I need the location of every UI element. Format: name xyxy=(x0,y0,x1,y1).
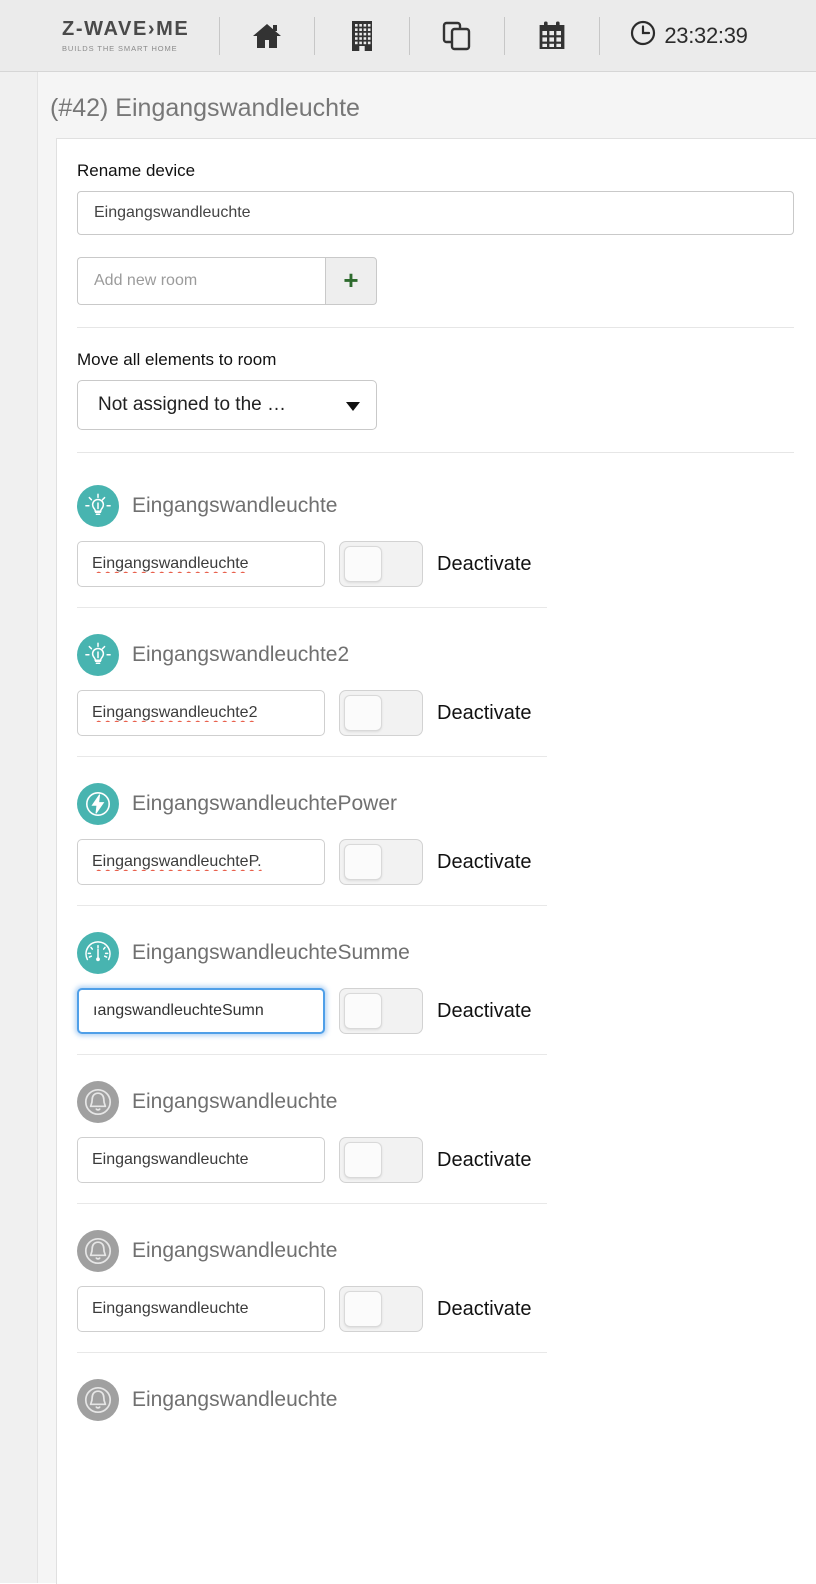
toggle-knob xyxy=(344,1142,382,1178)
element-row: Eingangswandleuchte xyxy=(77,1353,794,1421)
move-room-select[interactable]: Not assigned to the … xyxy=(77,380,377,430)
bell-icon xyxy=(77,1081,119,1123)
element-name-input[interactable] xyxy=(77,1137,325,1183)
element-toggle-switch[interactable] xyxy=(339,1137,423,1183)
deactivate-label[interactable]: Deactivate xyxy=(437,1000,532,1023)
element-name-input[interactable] xyxy=(77,541,325,587)
element-title: EingangswandleuchtePower xyxy=(132,792,397,816)
deactivate-label[interactable]: Deactivate xyxy=(437,1298,532,1321)
element-row: EingangswandleuchtePower Deactivate xyxy=(77,757,794,906)
home-icon[interactable] xyxy=(250,19,284,53)
left-gutter xyxy=(0,72,38,1583)
divider xyxy=(77,452,794,453)
element-row: Eingangswandleuchte Deactivate xyxy=(77,1055,794,1204)
brand-name: Z-WAVE›ME xyxy=(62,19,189,39)
clock-display: 23:32:39 xyxy=(630,20,747,51)
move-elements-label: Move all elements to room xyxy=(77,350,794,370)
lightning-bolt-icon xyxy=(77,783,119,825)
toolbar-divider xyxy=(314,17,315,55)
element-controls: Deactivate xyxy=(77,1286,794,1332)
calendar-icon[interactable] xyxy=(535,19,569,53)
toggle-knob xyxy=(344,1291,382,1327)
add-room-button[interactable]: + xyxy=(325,257,377,305)
element-row: Eingangswandleuchte Deactivate xyxy=(77,459,794,608)
rename-device-label: Rename device xyxy=(77,161,794,181)
element-toggle-switch[interactable] xyxy=(339,839,423,885)
add-room-input[interactable] xyxy=(77,257,325,305)
add-room-row: + xyxy=(77,257,377,305)
element-title: Eingangswandleuchte xyxy=(132,1388,338,1412)
element-name-input[interactable] xyxy=(77,988,325,1034)
toggle-knob xyxy=(344,993,382,1029)
gauge-icon xyxy=(77,932,119,974)
element-title: Eingangswandleuchte xyxy=(132,1090,338,1114)
element-header: Eingangswandleuchte xyxy=(77,485,794,527)
element-title: EingangswandleuchteSumme xyxy=(132,941,410,965)
element-controls: Deactivate xyxy=(77,839,794,885)
element-title: Eingangswandleuchte2 xyxy=(132,643,349,667)
element-controls: Deactivate xyxy=(77,541,794,587)
divider xyxy=(77,327,794,328)
element-toggle-switch[interactable] xyxy=(339,541,423,587)
deactivate-label[interactable]: Deactivate xyxy=(437,1149,532,1172)
toolbar-divider xyxy=(409,17,410,55)
element-header: Eingangswandleuchte xyxy=(77,1379,794,1421)
element-header: EingangswandleuchteSumme xyxy=(77,932,794,974)
toggle-knob xyxy=(344,695,382,731)
element-header: EingangswandleuchtePower xyxy=(77,783,794,825)
device-settings-card: Rename device + Move all elements to roo… xyxy=(56,138,816,1584)
element-toggle-switch[interactable] xyxy=(339,690,423,736)
element-header: Eingangswandleuchte xyxy=(77,1230,794,1272)
toolbar-divider xyxy=(504,17,505,55)
element-header: Eingangswandleuchte xyxy=(77,1081,794,1123)
element-name-input[interactable] xyxy=(77,839,325,885)
page-title: (#42) Eingangswandleuchte xyxy=(50,94,360,123)
chevron-down-icon xyxy=(346,402,360,411)
clock-icon xyxy=(630,20,656,51)
element-row: EingangswandleuchteSumme Deactivate xyxy=(77,906,794,1055)
element-title: Eingangswandleuchte xyxy=(132,1239,338,1263)
element-title: Eingangswandleuchte xyxy=(132,494,338,518)
brand-tagline: BUILDS THE SMART HOME xyxy=(62,44,189,53)
element-name-input[interactable] xyxy=(77,690,325,736)
element-toggle-switch[interactable] xyxy=(339,1286,423,1332)
deactivate-label[interactable]: Deactivate xyxy=(437,851,532,874)
deactivate-label[interactable]: Deactivate xyxy=(437,702,532,725)
brand-logo[interactable]: Z-WAVE›ME BUILDS THE SMART HOME xyxy=(62,19,189,53)
element-row: Eingangswandleuchte Deactivate xyxy=(77,1204,794,1353)
deactivate-label[interactable]: Deactivate xyxy=(437,553,532,576)
element-name-input[interactable] xyxy=(77,1286,325,1332)
element-controls: Deactivate xyxy=(77,1137,794,1183)
toggle-knob xyxy=(344,546,382,582)
element-controls: Deactivate xyxy=(77,988,794,1034)
toolbar-divider xyxy=(219,17,220,55)
top-navigation-bar: Z-WAVE›ME BUILDS THE SMART HOME xyxy=(0,0,816,72)
copy-icon[interactable] xyxy=(440,19,474,53)
bell-icon xyxy=(77,1379,119,1421)
bell-icon xyxy=(77,1230,119,1272)
lightbulb-icon xyxy=(77,634,119,676)
toolbar-divider xyxy=(599,17,600,55)
current-time: 23:32:39 xyxy=(664,23,747,49)
element-toggle-switch[interactable] xyxy=(339,988,423,1034)
rename-device-input[interactable] xyxy=(77,191,794,235)
page-container: (#42) Eingangswandleuchte Rename device … xyxy=(0,72,816,1583)
element-header: Eingangswandleuchte2 xyxy=(77,634,794,676)
move-room-selected-value: Not assigned to the … xyxy=(98,394,286,416)
toggle-knob xyxy=(344,844,382,880)
lightbulb-icon xyxy=(77,485,119,527)
element-row: Eingangswandleuchte2 Deactivate xyxy=(77,608,794,757)
element-list: Eingangswandleuchte Deactivate Eingangswa… xyxy=(77,459,794,1421)
element-controls: Deactivate xyxy=(77,690,794,736)
building-icon[interactable] xyxy=(345,19,379,53)
